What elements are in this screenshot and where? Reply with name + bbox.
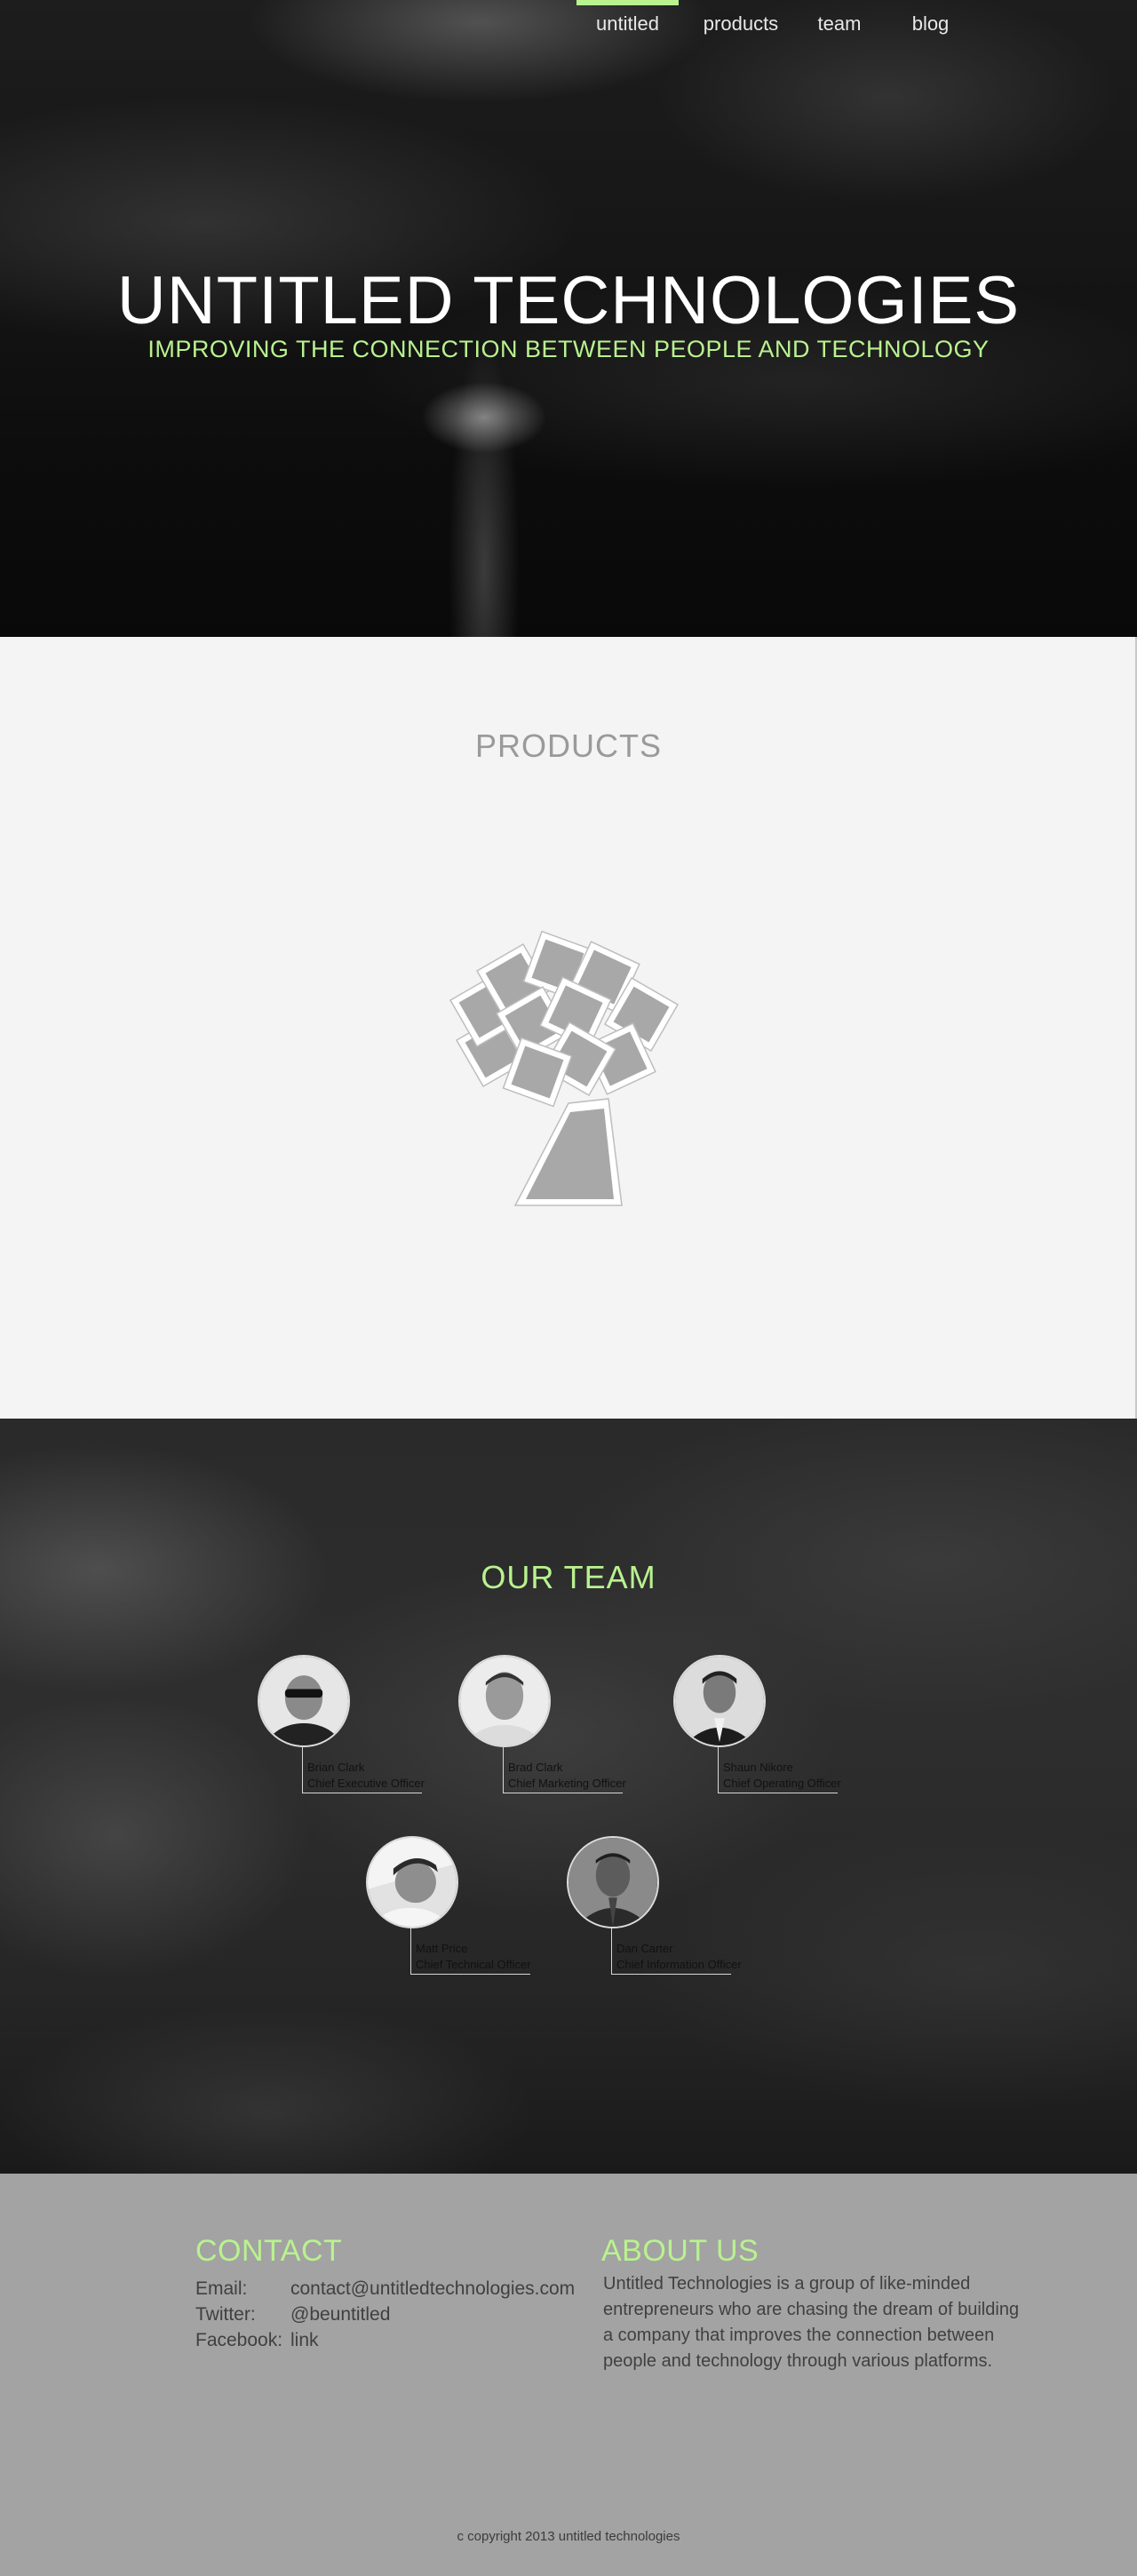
member-name: Brad Clark (508, 1761, 563, 1774)
hero-title: UNTITLED TECHNOLOGIES (116, 263, 1021, 338)
nav-item-untitled[interactable]: untitled (576, 0, 679, 53)
avatar[interactable] (567, 1836, 659, 1928)
nav-item-blog[interactable]: blog (897, 0, 964, 53)
member-name: Matt Price (416, 1942, 468, 1955)
team-member: Matt Price Chief Technical Officer (366, 1836, 579, 1987)
member-name: Brian Clark (307, 1761, 365, 1774)
avatar[interactable] (366, 1836, 458, 1928)
avatar[interactable] (458, 1655, 551, 1747)
avatar[interactable] (258, 1655, 350, 1747)
contact-label: Email: (195, 2278, 248, 2299)
email-link[interactable]: contact@untitledtechnologies.com (290, 2278, 575, 2300)
member-name: Dan Carter (616, 1942, 673, 1955)
contact-heading: CONTACT (195, 2234, 343, 2268)
top-nav: untitled products team blog (0, 0, 1137, 53)
team-section: OUR TEAM Brian Clark Chief Executive Off… (0, 1419, 1137, 2174)
team-member: Dan Carter Chief Information Officer (567, 1836, 780, 1987)
team-heading: OUR TEAM (481, 1559, 656, 1595)
hero-tagline: IMPROVING THE CONNECTION BETWEEN PEOPLE … (147, 336, 990, 362)
nav-item-team[interactable]: team (804, 0, 875, 53)
nav-item-products[interactable]: products (696, 0, 786, 53)
about-text: Untitled Technologies is a group of like… (603, 2274, 1020, 2371)
team-member: Brian Clark Chief Executive Officer (258, 1655, 471, 1806)
member-role: Chief Information Officer (616, 1958, 742, 1971)
member-role: Chief Marketing Officer (508, 1777, 626, 1790)
team-member: Brad Clark Chief Marketing Officer (458, 1655, 672, 1806)
member-name: Shaun Nikore (723, 1761, 793, 1774)
member-role: Chief Technical Officer (416, 1958, 531, 1971)
twitter-link[interactable]: @beuntitled (290, 2304, 390, 2326)
about-heading: ABOUT US (601, 2234, 759, 2268)
contact-label: Facebook: (195, 2330, 283, 2350)
products-heading: PRODUCTS (474, 727, 662, 764)
footer-section: CONTACT Email: contact@untitledtechnolog… (0, 2174, 1137, 2576)
member-role: Chief Executive Officer (307, 1777, 425, 1790)
hero-section: untitled products team blog UNTITLED TEC… (0, 0, 1137, 637)
facebook-link[interactable]: link (290, 2330, 319, 2351)
member-role: Chief Operating Officer (723, 1777, 841, 1790)
avatar[interactable] (673, 1655, 766, 1747)
copyright: c copyright 2013 untitled technologies (457, 2529, 680, 2544)
contact-label: Twitter: (195, 2304, 256, 2325)
team-member: Shaun Nikore Chief Operating Officer (673, 1655, 887, 1806)
tree-logo-icon (449, 930, 679, 1206)
products-section: PRODUCTS (0, 637, 1137, 1419)
